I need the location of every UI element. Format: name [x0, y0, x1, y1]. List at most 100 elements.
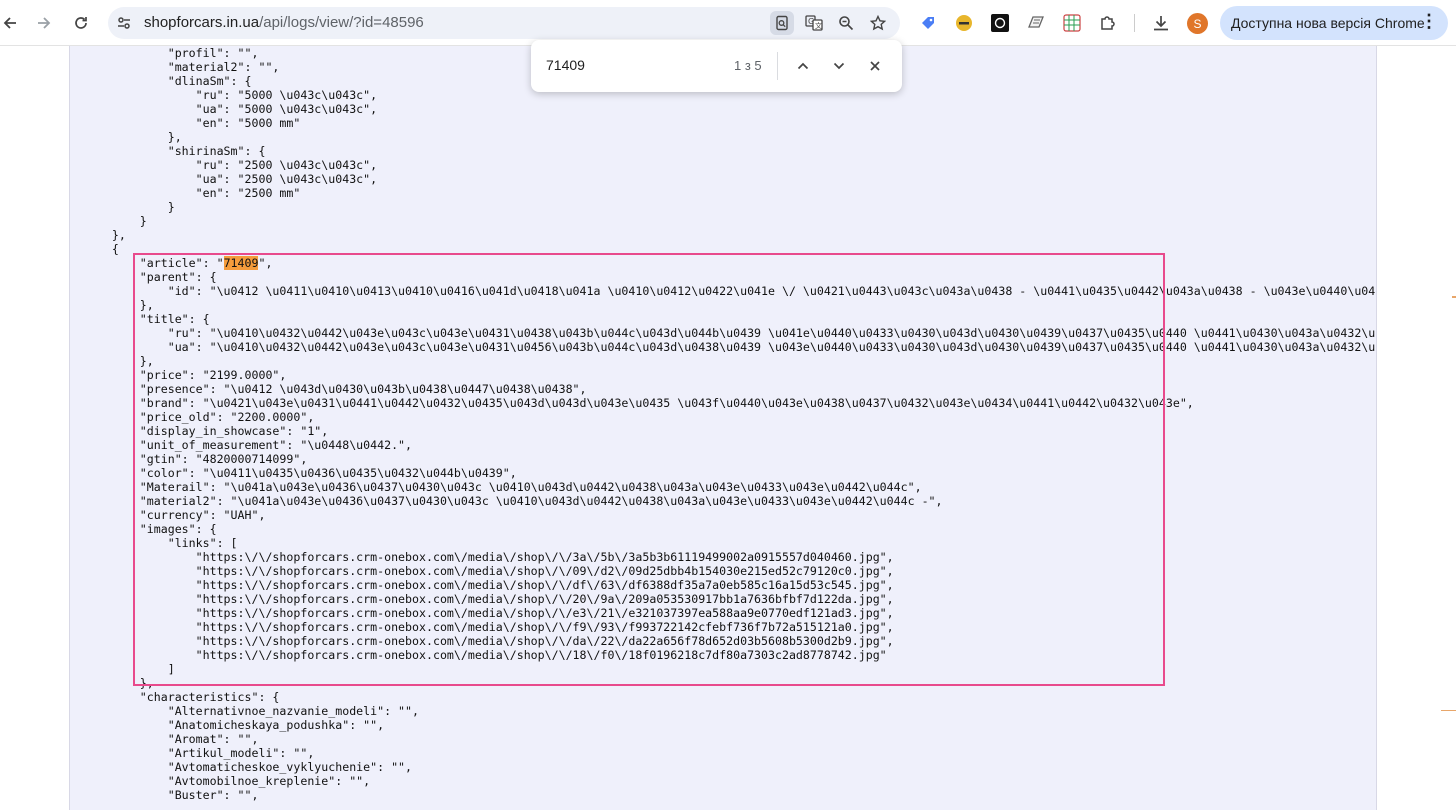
code-line: "gtin": "4820000714099",: [70, 452, 308, 466]
code-line: },: [70, 228, 126, 242]
star-icon: [870, 15, 886, 31]
downloads-button[interactable]: [1148, 10, 1174, 36]
code-line: "Anatomicheskaya_podushka": "",: [70, 718, 385, 732]
code-line: "https:\/\/shopforcars.crm-onebox.com\/m…: [70, 564, 894, 578]
code-line: "https:\/\/shopforcars.crm-onebox.com\/m…: [70, 620, 894, 634]
json-code-block: "obrabatyvaemaya_poverxnost": "", "profi…: [70, 46, 1377, 802]
profile-avatar[interactable]: S: [1187, 13, 1208, 34]
code-line: "images": {: [70, 522, 217, 536]
forward-button[interactable]: [30, 9, 58, 37]
kebab-menu-icon: ⋮: [1420, 11, 1438, 31]
code-line: "currency": "UAH",: [70, 508, 266, 522]
code-line: {: [70, 242, 119, 256]
code-line: "title": {: [70, 312, 210, 326]
code-line: "Avtomobilnoe_kreplenie": "",: [70, 774, 371, 788]
code-line: "Materail": "\u041a\u043e\u0436\u0437\u0…: [70, 480, 922, 494]
back-button[interactable]: [0, 9, 24, 37]
url-text[interactable]: shopforcars.in.ua/api/logs/view/?id=4859…: [144, 14, 424, 31]
code-line: "ru": "\u0410\u0432\u0442\u043e\u043c\u0…: [70, 326, 1377, 340]
zoom-button[interactable]: [834, 11, 858, 35]
code-line: "ua": "\u0410\u0432\u0442\u043e\u043c\u0…: [70, 340, 1377, 354]
chevron-up-icon: [797, 62, 809, 70]
code-line: "en": "5000 mm": [70, 116, 301, 130]
code-line: "characteristics": {: [70, 690, 280, 704]
translate-icon: G文: [805, 15, 823, 31]
code-line: "brand": "\u0421\u043e\u0431\u0441\u0442…: [70, 396, 1194, 410]
code-line: "Aromat": "",: [70, 732, 259, 746]
code-line: "Avtomaticheskoe_vyklyuchenie": "",: [70, 760, 413, 774]
find-previous-button[interactable]: [790, 53, 816, 79]
code-line: "Buster": "",: [70, 788, 259, 802]
code-line: },: [70, 676, 154, 690]
code-line: }: [70, 214, 147, 228]
reload-icon: [75, 17, 87, 29]
arrow-right-icon: [38, 17, 51, 29]
code-line: "ru": "2500 \u043c\u043c",: [70, 158, 378, 172]
code-line: "shirinaSm": {: [70, 144, 266, 158]
find-match-count: 1 з 5: [734, 58, 762, 73]
code-line: "Alternativnoe_nazvanie_modeli": "",: [70, 704, 420, 718]
find-separator: [777, 52, 778, 80]
find-input[interactable]: [546, 57, 716, 73]
address-bar[interactable]: shopforcars.in.ua/api/logs/view/?id=4859…: [108, 7, 900, 39]
code-line: "ua": "5000 \u043c\u043c",: [70, 102, 378, 116]
spreadsheet-icon: [1063, 14, 1081, 32]
find-close-button[interactable]: [862, 53, 888, 79]
code-line: "article": "71409",: [70, 256, 273, 270]
svg-text:文: 文: [815, 21, 822, 30]
code-line: "unit_of_measurement": "\u0448\u0442.",: [70, 438, 413, 452]
toolbar-separator: [1134, 14, 1135, 32]
code-line: "ua": "2500 \u043c\u043c",: [70, 172, 378, 186]
code-line: "display_in_showcase": "1",: [70, 424, 329, 438]
tag-icon: [922, 17, 934, 29]
find-next-button[interactable]: [826, 53, 852, 79]
puzzle-icon: [1101, 16, 1115, 30]
code-line: "Artikul_modeli": "",: [70, 746, 315, 760]
arrow-left-icon: [3, 17, 16, 29]
code-line: "https:\/\/shopforcars.crm-onebox.com\/m…: [70, 578, 894, 592]
extension-sheet-button[interactable]: [1059, 10, 1085, 36]
extension-openai-button[interactable]: [987, 10, 1013, 36]
close-icon: [870, 61, 880, 71]
code-line: "presence": "\u0412 \u043d\u0430\u043b\u…: [70, 382, 587, 396]
extension-note-button[interactable]: [1023, 10, 1049, 36]
code-line: }: [70, 200, 175, 214]
translate-button[interactable]: G文: [802, 11, 826, 35]
code-line: },: [70, 354, 154, 368]
find-current-match: 71409: [223, 256, 259, 270]
url-host: shopforcars.in.ua: [144, 14, 260, 31]
scroll-marker-current: [1452, 296, 1456, 298]
zoom-icon: [839, 16, 854, 31]
coin-icon: [956, 15, 972, 31]
code-line: "https:\/\/shopforcars.crm-onebox.com\/m…: [70, 606, 894, 620]
code-line: "links": [: [70, 536, 238, 550]
bookmark-button[interactable]: [866, 11, 890, 35]
tune-icon: [118, 17, 130, 29]
code-line: },: [70, 298, 154, 312]
extension-tag-button[interactable]: [915, 10, 941, 36]
chevron-down-icon: [833, 62, 845, 70]
code-line: "price_old": "2200.0000",: [70, 410, 315, 424]
code-line: ]: [70, 662, 175, 676]
extension-coin-button[interactable]: [951, 10, 977, 36]
extensions-button[interactable]: [1095, 10, 1121, 36]
code-line: "material2": "\u041a\u043e\u0436\u0437\u…: [70, 494, 943, 508]
code-line: "price": "2199.0000",: [70, 368, 287, 382]
site-info-button[interactable]: [112, 11, 136, 35]
code-line: "parent": {: [70, 270, 217, 284]
download-icon: [1154, 16, 1168, 31]
chrome-update-button[interactable]: Доступна нова версія Chrome ⋮: [1220, 6, 1448, 40]
code-line: "https:\/\/shopforcars.crm-onebox.com\/m…: [70, 550, 894, 564]
url-path: /api/logs/view/?id=48596: [259, 14, 424, 31]
code-line: "https:\/\/shopforcars.crm-onebox.com\/m…: [70, 634, 894, 648]
code-line: "https:\/\/shopforcars.crm-onebox.com\/m…: [70, 648, 887, 662]
code-line: },: [70, 130, 182, 144]
json-log-viewer: "obrabatyvaemaya_poverxnost": "", "profi…: [69, 46, 1377, 810]
scroll-marker: [1441, 710, 1456, 711]
code-line: "id": "\u0412 \u0411\u0410\u0413\u0410\u…: [167, 284, 1376, 298]
reload-button[interactable]: [67, 9, 95, 37]
find-in-page-button[interactable]: [770, 11, 794, 35]
code-line: "en": "2500 mm": [70, 186, 301, 200]
openai-icon: [991, 14, 1009, 32]
code-line: "https:\/\/shopforcars.crm-onebox.com\/m…: [70, 592, 894, 606]
